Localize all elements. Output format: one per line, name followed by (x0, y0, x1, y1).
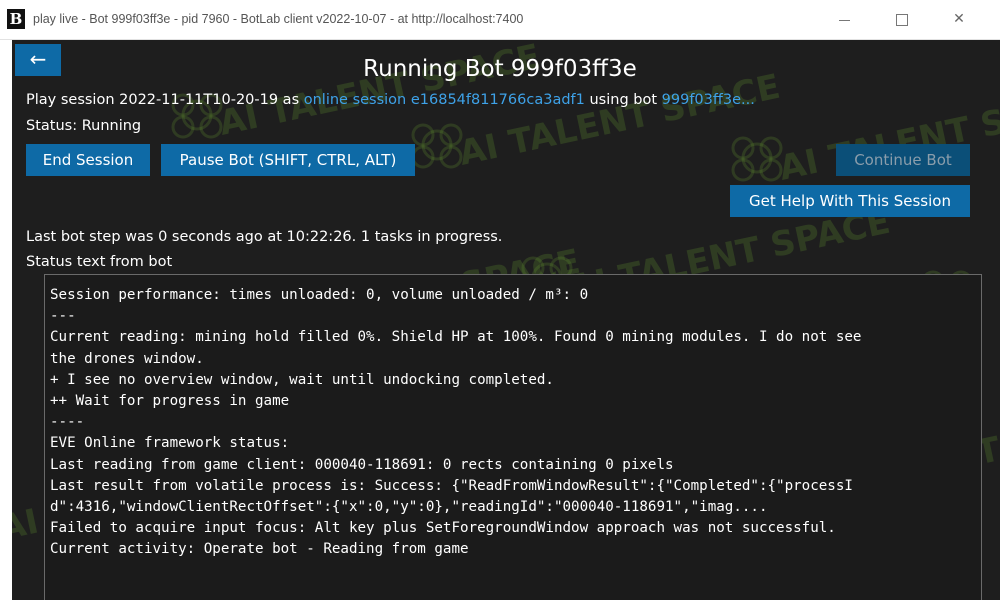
end-session-button[interactable]: End Session (26, 144, 150, 176)
app-window: B play live - Bot 999f03ff3e - pid 7960 … (0, 0, 1000, 600)
status-text-line: Current reading: mining hold filled 0%. … (50, 329, 862, 346)
pause-bot-button[interactable]: Pause Bot (SHIFT, CTRL, ALT) (161, 144, 415, 176)
status-text-line: Session performance: times unloaded: 0, … (50, 287, 589, 303)
online-session-link[interactable]: online session e16854f811766ca3adf1 (304, 92, 585, 108)
bot-link[interactable]: 999f03ff3e... (662, 92, 755, 108)
status-text-line: the drones window. (50, 350, 204, 367)
continue-bot-button[interactable]: Continue Bot (836, 144, 970, 176)
status-text: Status: Running (26, 118, 142, 134)
watermark-text: AI TALENT SPACE (456, 67, 784, 174)
session-prefix: Play session 2022-11-11T10-20-19 as (26, 92, 304, 108)
main-panel: AI TALENT SPACE AI TALENT SPACE AI TALEN… (12, 40, 1000, 600)
status-text-line: Failed to acquire input focus: Alt key p… (50, 520, 836, 537)
status-text-line: Last reading from game client: 000040-11… (50, 456, 674, 473)
minimize-icon (839, 20, 850, 21)
maximize-icon (896, 14, 908, 26)
status-text-line: d":4316,"windowClientRectOffset":{"x":0,… (50, 499, 768, 516)
bot-status-text-box[interactable]: Session performance: times unloaded: 0, … (44, 274, 982, 600)
title-bar[interactable]: B play live - Bot 999f03ff3e - pid 7960 … (0, 0, 1000, 40)
window-border (0, 40, 12, 600)
status-text-line: Current activity: Operate bot - Reading … (50, 541, 469, 558)
session-middle-text: using bot (584, 92, 662, 108)
status-text-line: ++ Wait for progress in game (50, 393, 290, 410)
status-text-line: --- (50, 308, 76, 325)
session-info: Play session 2022-11-11T10-20-19 as onli… (26, 92, 755, 108)
status-text-label: Status text from bot (26, 254, 173, 270)
status-text-line: ---- (50, 414, 85, 431)
page-title: Running Bot 999f03ff3e (363, 56, 637, 82)
status-text-line: + I see no overview window, wait until u… (50, 371, 554, 388)
last-step-info: Last bot step was 0 seconds ago at 10:22… (26, 229, 503, 245)
status-text-line: Last result from volatile process is: Su… (50, 477, 853, 494)
status-text-line: EVE Online framework status: (50, 435, 290, 452)
minimize-button[interactable] (822, 0, 868, 39)
app-icon: B (7, 9, 25, 29)
close-icon: ✕ (953, 11, 965, 27)
maximize-button[interactable] (878, 0, 924, 39)
close-button[interactable]: ✕ (936, 0, 982, 39)
window-title: play live - Bot 999f03ff3e - pid 7960 - … (33, 12, 524, 26)
get-help-button[interactable]: Get Help With This Session (730, 185, 970, 217)
